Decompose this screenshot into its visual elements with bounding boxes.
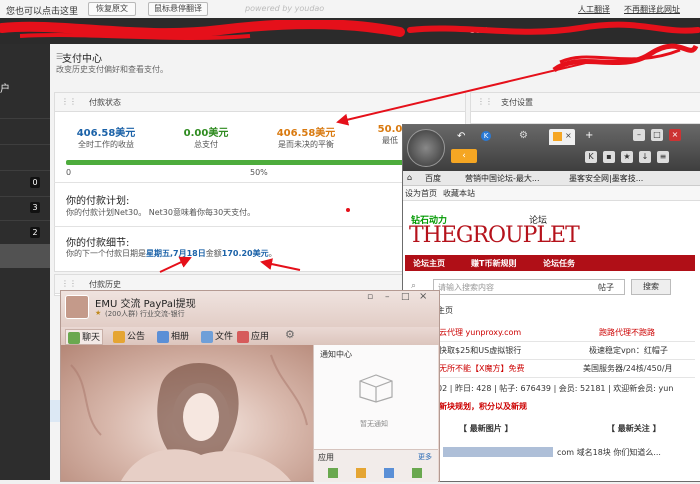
back-button[interactable]: ‹ bbox=[451, 149, 477, 163]
lock-icon[interactable]: ▪ bbox=[603, 151, 615, 163]
chevron-left-icon: ‹ bbox=[462, 151, 466, 161]
tab-announcement[interactable]: 公告 bbox=[113, 329, 145, 343]
gear-icon[interactable]: ⚙ bbox=[519, 130, 528, 141]
bookmarks-bar: ⌂ 百度 营销中国论坛-最大... 墨客安全网|墨客技... bbox=[403, 171, 700, 186]
latest-follow-title: 【 最新关注 】 bbox=[607, 424, 661, 433]
apps-label: 应用 bbox=[318, 453, 334, 462]
latest-topic-link[interactable]: com 域名18块 你们知道么... bbox=[557, 447, 661, 458]
notice-center-title: 通知中心 bbox=[320, 350, 352, 359]
site-topbar: 设为首页 收藏本站 bbox=[403, 186, 700, 201]
search-placeholder: 请输入搜索内容 bbox=[438, 283, 494, 292]
tab-label: 相册 bbox=[171, 332, 190, 342]
tab-files[interactable]: 文件 bbox=[201, 329, 233, 343]
group-chat-window: EMU 交流 PayPal提现 ★ (200人群) 行业交流-银行 ▫ – □ … bbox=[60, 290, 440, 482]
notification-center: 通知中心 暂无通知 应用 更多 bbox=[313, 345, 438, 482]
group-level-icon: ★ bbox=[95, 309, 102, 317]
forum-stats: 02 | 昨日: 428 | 帖子: 676439 | 会员: 52181 | … bbox=[437, 384, 674, 393]
nav-forum-tasks[interactable]: 论坛任务 bbox=[543, 258, 575, 269]
search-engine-icon[interactable]: K bbox=[481, 131, 491, 141]
group-title: EMU 交流 PayPal提现 bbox=[95, 299, 196, 310]
set-homepage-link[interactable]: 设为首页 bbox=[405, 188, 437, 199]
browser-toolbar: ↶ K ⚙ × + – □ × ‹ K ▪ ★ ↓ ≡ bbox=[403, 125, 700, 171]
more-link[interactable]: 更多 bbox=[418, 452, 432, 462]
tab-album[interactable]: 相册 bbox=[157, 329, 189, 343]
list-item: 无所不能【X魔方】免费 美国服务器/24核/450/月 bbox=[405, 359, 695, 378]
forum-notice[interactable]: 新块规划，积分以及新规 bbox=[439, 401, 527, 412]
close-icon[interactable]: × bbox=[565, 131, 572, 140]
minimize-icon[interactable]: – bbox=[385, 292, 390, 302]
ad-link[interactable]: 极速稳定vpn：红帽子 bbox=[589, 345, 668, 356]
list-item: 云代理 yunproxy.com 跑路代理不跑路 bbox=[405, 323, 695, 342]
chat-header: EMU 交流 PayPal提现 ★ (200人群) 行业交流-银行 ▫ – □ … bbox=[61, 291, 439, 327]
bookmark-security[interactable]: 墨客安全网|墨客技... bbox=[569, 173, 643, 184]
back-arrow-icon[interactable]: ↶ bbox=[457, 131, 465, 142]
k-icon[interactable]: K bbox=[585, 151, 597, 163]
nav-forum-home[interactable]: 论坛主页 bbox=[413, 258, 445, 269]
browser-logo-icon[interactable] bbox=[407, 129, 445, 167]
window-menu-icon[interactable]: ▫ bbox=[367, 292, 373, 302]
announcement-icon bbox=[113, 330, 125, 343]
tab-favicon-icon bbox=[553, 132, 562, 141]
download-icon[interactable]: ↓ bbox=[639, 151, 651, 163]
home-icon[interactable]: ⌂ bbox=[407, 173, 412, 182]
ad-link[interactable]: 跑路代理不跑路 bbox=[599, 327, 655, 338]
chat-tabs: 聊天 公告 相册 文件 应用 ⚙ bbox=[61, 327, 439, 345]
minimize-icon[interactable]: – bbox=[633, 129, 645, 141]
chat-background-image bbox=[61, 345, 313, 481]
close-icon[interactable]: × bbox=[419, 291, 427, 302]
chat-icon bbox=[68, 331, 80, 344]
tab-apps[interactable]: 应用 bbox=[237, 329, 269, 343]
bookmark-baidu[interactable]: 百度 bbox=[425, 173, 441, 184]
site-logo[interactable]: THEGROUPLET bbox=[409, 223, 580, 248]
list-item: 快取$25和US虚拟银行 极速稳定vpn：红帽子 bbox=[405, 341, 695, 360]
tab-label: 聊天 bbox=[82, 333, 101, 343]
empty-box-icon bbox=[359, 374, 393, 403]
app-icon[interactable] bbox=[384, 468, 394, 478]
close-window-icon[interactable]: × bbox=[669, 129, 681, 141]
search-input[interactable]: 请输入搜索内容 帖子 bbox=[433, 279, 625, 295]
ad-link[interactable]: 美国服务器/24核/450/月 bbox=[583, 363, 673, 374]
image-link-bar[interactable] bbox=[443, 447, 553, 457]
portrait-illustration bbox=[70, 354, 308, 481]
search-scope-select[interactable]: 帖子 bbox=[598, 282, 614, 293]
star-icon[interactable]: ★ bbox=[621, 151, 633, 163]
ad-link[interactable]: 云代理 yunproxy.com bbox=[439, 327, 521, 338]
ad-link[interactable]: 无所不能【X魔方】免费 bbox=[439, 363, 524, 374]
folder-icon bbox=[201, 330, 213, 343]
album-icon bbox=[157, 330, 169, 343]
settings-gear-icon[interactable]: ⚙ bbox=[285, 328, 295, 341]
apps-icon bbox=[237, 330, 249, 343]
tab-label: 应用 bbox=[251, 332, 270, 342]
new-tab-icon[interactable]: + bbox=[585, 130, 593, 141]
no-notification-text: 暂无通知 bbox=[360, 420, 388, 428]
bookmark-site-link[interactable]: 收藏本站 bbox=[443, 188, 475, 199]
browser-window: ↶ K ⚙ × + – □ × ‹ K ▪ ★ ↓ ≡ ⌂ 百度 营销中国论坛-… bbox=[402, 124, 700, 482]
tab-label: 文件 bbox=[215, 332, 234, 342]
search-button[interactable]: 搜索 bbox=[631, 279, 671, 295]
maximize-icon[interactable]: □ bbox=[401, 292, 410, 302]
app-icon[interactable] bbox=[328, 468, 338, 478]
latest-pictures-title: 【 最新图片 】 bbox=[459, 424, 513, 433]
group-avatar[interactable] bbox=[65, 295, 89, 319]
ad-link[interactable]: 快取$25和US虚拟银行 bbox=[439, 345, 521, 356]
maximize-icon[interactable]: □ bbox=[651, 129, 663, 141]
menu-icon[interactable]: ≡ bbox=[657, 151, 669, 163]
nav-earn-rules[interactable]: 赚T币新规则 bbox=[471, 258, 516, 269]
bookmark-marketing[interactable]: 营销中国论坛-最大... bbox=[465, 173, 540, 184]
site-nav: 论坛主页 赚T币新规则 论坛任务 bbox=[405, 255, 695, 271]
group-subtitle: (200人群) 行业交流-银行 bbox=[105, 310, 185, 318]
app-icon[interactable] bbox=[356, 468, 366, 478]
redaction-scribble bbox=[552, 43, 699, 73]
browser-tab-active[interactable]: × bbox=[549, 129, 575, 145]
apps-section: 应用 更多 bbox=[314, 449, 438, 482]
tab-label: 公告 bbox=[127, 332, 146, 342]
app-icon[interactable] bbox=[412, 468, 422, 478]
tab-chat[interactable]: 聊天 bbox=[65, 329, 104, 345]
